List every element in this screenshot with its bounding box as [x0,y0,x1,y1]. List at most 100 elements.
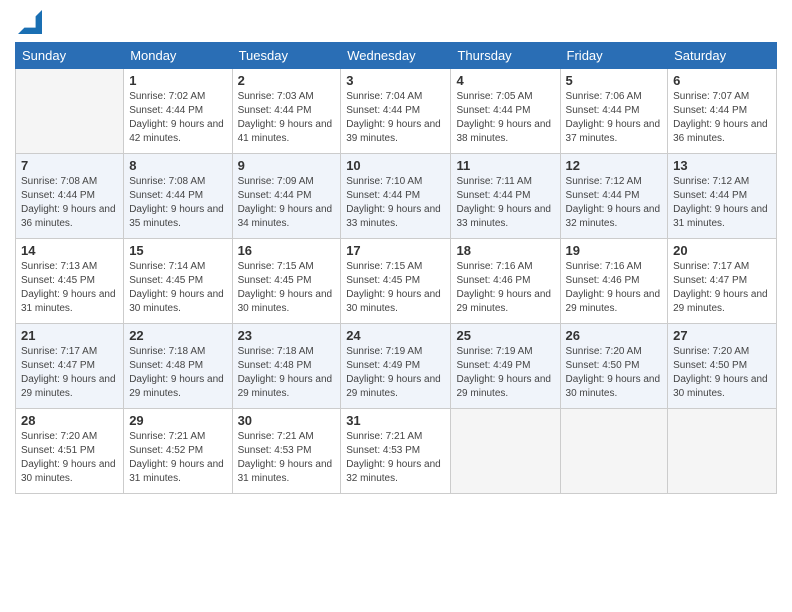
day-number: 6 [673,73,771,88]
calendar-day-cell: 5Sunrise: 7:06 AMSunset: 4:44 PMDaylight… [560,69,668,154]
day-info: Sunrise: 7:11 AMSunset: 4:44 PMDaylight:… [456,175,554,231]
day-info: Sunrise: 7:16 AMSunset: 4:46 PMDaylight:… [566,260,663,316]
day-info: Sunrise: 7:18 AMSunset: 4:48 PMDaylight:… [238,345,336,401]
calendar-day-cell: 20 Sunrise: 7:17 AMSunset: 4:47 PMDayligh… [668,239,777,324]
day-info: Sunrise: 7:03 AMSunset: 4:44 PMDaylight:… [238,90,336,146]
calendar-day-cell: 27Sunrise: 7:20 AMSunset: 4:50 PMDayligh… [668,324,777,409]
day-number: 15 [129,243,226,258]
calendar-day-cell: 14 Sunrise: 7:13 AMSunset: 4:45 PMDayligh… [16,239,124,324]
day-info: Sunrise: 7:17 AMSunset: 4:47 PMDaylight:… [673,260,771,316]
day-number: 30 [238,413,336,428]
day-info: Sunrise: 7:17 AMSunset: 4:47 PMDaylight:… [21,345,118,401]
logo-icon [18,10,42,34]
day-info: Sunrise: 7:19 AMSunset: 4:49 PMDaylight:… [456,345,554,401]
calendar-week-row: 1Sunrise: 7:02 AMSunset: 4:44 PMDaylight… [16,69,777,154]
calendar-day-cell: 22Sunrise: 7:18 AMSunset: 4:48 PMDayligh… [124,324,232,409]
day-number: 7 [21,158,118,173]
day-info: Sunrise: 7:21 AMSunset: 4:53 PMDaylight:… [346,430,445,486]
header [15,10,777,34]
logo [15,10,42,34]
day-number: 19 [566,243,663,258]
day-info: Sunrise: 7:10 AMSunset: 4:44 PMDaylight:… [346,175,445,231]
day-number: 21 [21,328,118,343]
day-number: 13 [673,158,771,173]
day-info: Sunrise: 7:07 AMSunset: 4:44 PMDaylight:… [673,90,771,146]
day-info: Sunrise: 7:15 AMSunset: 4:45 PMDaylight:… [346,260,445,316]
calendar-day-cell: 13 Sunrise: 7:12 AMSunset: 4:44 PMDayligh… [668,154,777,239]
weekday-header: Friday [560,43,668,69]
weekday-header: Tuesday [232,43,341,69]
day-info: Sunrise: 7:02 AMSunset: 4:44 PMDaylight:… [129,90,226,146]
day-number: 31 [346,413,445,428]
calendar-day-cell: 3 Sunrise: 7:04 AMSunset: 4:44 PMDaylight… [341,69,451,154]
calendar-day-cell: 19 Sunrise: 7:16 AMSunset: 4:46 PMDayligh… [560,239,668,324]
day-info: Sunrise: 7:19 AMSunset: 4:49 PMDaylight:… [346,345,445,401]
calendar-day-cell: 4 Sunrise: 7:05 AMSunset: 4:44 PMDaylight… [451,69,560,154]
calendar-week-row: 14 Sunrise: 7:13 AMSunset: 4:45 PMDayligh… [16,239,777,324]
calendar-day-cell: 7 Sunrise: 7:08 AMSunset: 4:44 PMDaylight… [16,154,124,239]
day-number: 29 [129,413,226,428]
day-info: Sunrise: 7:20 AMSunset: 4:51 PMDaylight:… [21,430,118,486]
calendar-table: SundayMondayTuesdayWednesdayThursdayFrid… [15,42,777,494]
weekday-header: Sunday [16,43,124,69]
day-number: 25 [456,328,554,343]
day-info: Sunrise: 7:12 AMSunset: 4:44 PMDaylight:… [673,175,771,231]
day-number: 20 [673,243,771,258]
day-info: Sunrise: 7:04 AMSunset: 4:44 PMDaylight:… [346,90,445,146]
calendar-day-cell: 16 Sunrise: 7:15 AMSunset: 4:45 PMDayligh… [232,239,341,324]
day-info: Sunrise: 7:21 AMSunset: 4:53 PMDaylight:… [238,430,336,486]
weekday-header: Wednesday [341,43,451,69]
day-number: 10 [346,158,445,173]
calendar-day-cell: 24 Sunrise: 7:19 AMSunset: 4:49 PMDayligh… [341,324,451,409]
calendar-day-cell: 15Sunrise: 7:14 AMSunset: 4:45 PMDayligh… [124,239,232,324]
calendar-day-cell: 30 Sunrise: 7:21 AMSunset: 4:53 PMDayligh… [232,409,341,494]
day-number: 4 [456,73,554,88]
day-number: 16 [238,243,336,258]
calendar-day-cell: 26Sunrise: 7:20 AMSunset: 4:50 PMDayligh… [560,324,668,409]
day-number: 24 [346,328,445,343]
day-info: Sunrise: 7:15 AMSunset: 4:45 PMDaylight:… [238,260,336,316]
day-info: Sunrise: 7:13 AMSunset: 4:45 PMDaylight:… [21,260,118,316]
day-info: Sunrise: 7:08 AMSunset: 4:44 PMDaylight:… [129,175,226,231]
day-number: 9 [238,158,336,173]
calendar-week-row: 28 Sunrise: 7:20 AMSunset: 4:51 PMDayligh… [16,409,777,494]
calendar-day-cell: 6 Sunrise: 7:07 AMSunset: 4:44 PMDaylight… [668,69,777,154]
day-number: 14 [21,243,118,258]
calendar-header-row: SundayMondayTuesdayWednesdayThursdayFrid… [16,43,777,69]
weekday-header: Saturday [668,43,777,69]
calendar-day-cell [16,69,124,154]
calendar-day-cell [668,409,777,494]
calendar-day-cell: 2 Sunrise: 7:03 AMSunset: 4:44 PMDaylight… [232,69,341,154]
day-number: 8 [129,158,226,173]
day-info: Sunrise: 7:18 AMSunset: 4:48 PMDaylight:… [129,345,226,401]
day-number: 3 [346,73,445,88]
calendar-day-cell: 17Sunrise: 7:15 AMSunset: 4:45 PMDayligh… [341,239,451,324]
day-info: Sunrise: 7:21 AMSunset: 4:52 PMDaylight:… [129,430,226,486]
day-number: 18 [456,243,554,258]
day-info: Sunrise: 7:16 AMSunset: 4:46 PMDaylight:… [456,260,554,316]
day-info: Sunrise: 7:08 AMSunset: 4:44 PMDaylight:… [21,175,118,231]
calendar-week-row: 7 Sunrise: 7:08 AMSunset: 4:44 PMDaylight… [16,154,777,239]
page-container: SundayMondayTuesdayWednesdayThursdayFrid… [0,0,792,612]
calendar-day-cell: 10 Sunrise: 7:10 AMSunset: 4:44 PMDayligh… [341,154,451,239]
day-info: Sunrise: 7:20 AMSunset: 4:50 PMDaylight:… [566,345,663,401]
calendar-day-cell: 23 Sunrise: 7:18 AMSunset: 4:48 PMDayligh… [232,324,341,409]
calendar-day-cell: 11 Sunrise: 7:11 AMSunset: 4:44 PMDayligh… [451,154,560,239]
calendar-day-cell: 1Sunrise: 7:02 AMSunset: 4:44 PMDaylight… [124,69,232,154]
calendar-day-cell: 31 Sunrise: 7:21 AMSunset: 4:53 PMDayligh… [341,409,451,494]
calendar-day-cell: 28 Sunrise: 7:20 AMSunset: 4:51 PMDayligh… [16,409,124,494]
day-number: 27 [673,328,771,343]
calendar-day-cell: 12 Sunrise: 7:12 AMSunset: 4:44 PMDayligh… [560,154,668,239]
day-info: Sunrise: 7:09 AMSunset: 4:44 PMDaylight:… [238,175,336,231]
weekday-header: Monday [124,43,232,69]
day-number: 28 [21,413,118,428]
weekday-header: Thursday [451,43,560,69]
day-number: 12 [566,158,663,173]
day-number: 2 [238,73,336,88]
day-number: 23 [238,328,336,343]
day-info: Sunrise: 7:12 AMSunset: 4:44 PMDaylight:… [566,175,663,231]
day-number: 11 [456,158,554,173]
calendar-day-cell: 8 Sunrise: 7:08 AMSunset: 4:44 PMDaylight… [124,154,232,239]
calendar-day-cell [560,409,668,494]
day-info: Sunrise: 7:05 AMSunset: 4:44 PMDaylight:… [456,90,554,146]
